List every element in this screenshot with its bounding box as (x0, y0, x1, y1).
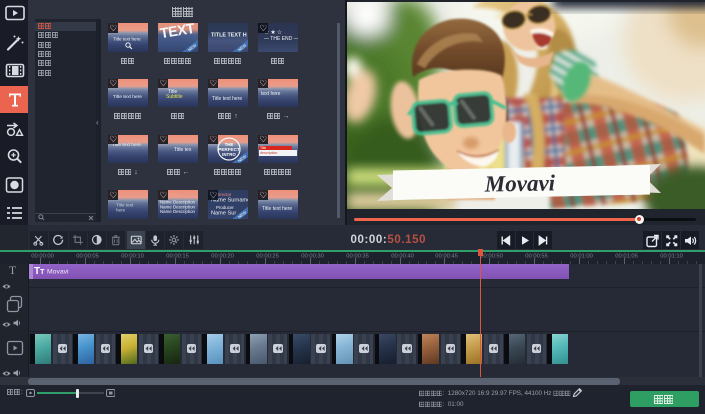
svg-text:Movavi: Movavi (484, 170, 556, 196)
svg-text:INTRO: INTRO (222, 152, 236, 157)
